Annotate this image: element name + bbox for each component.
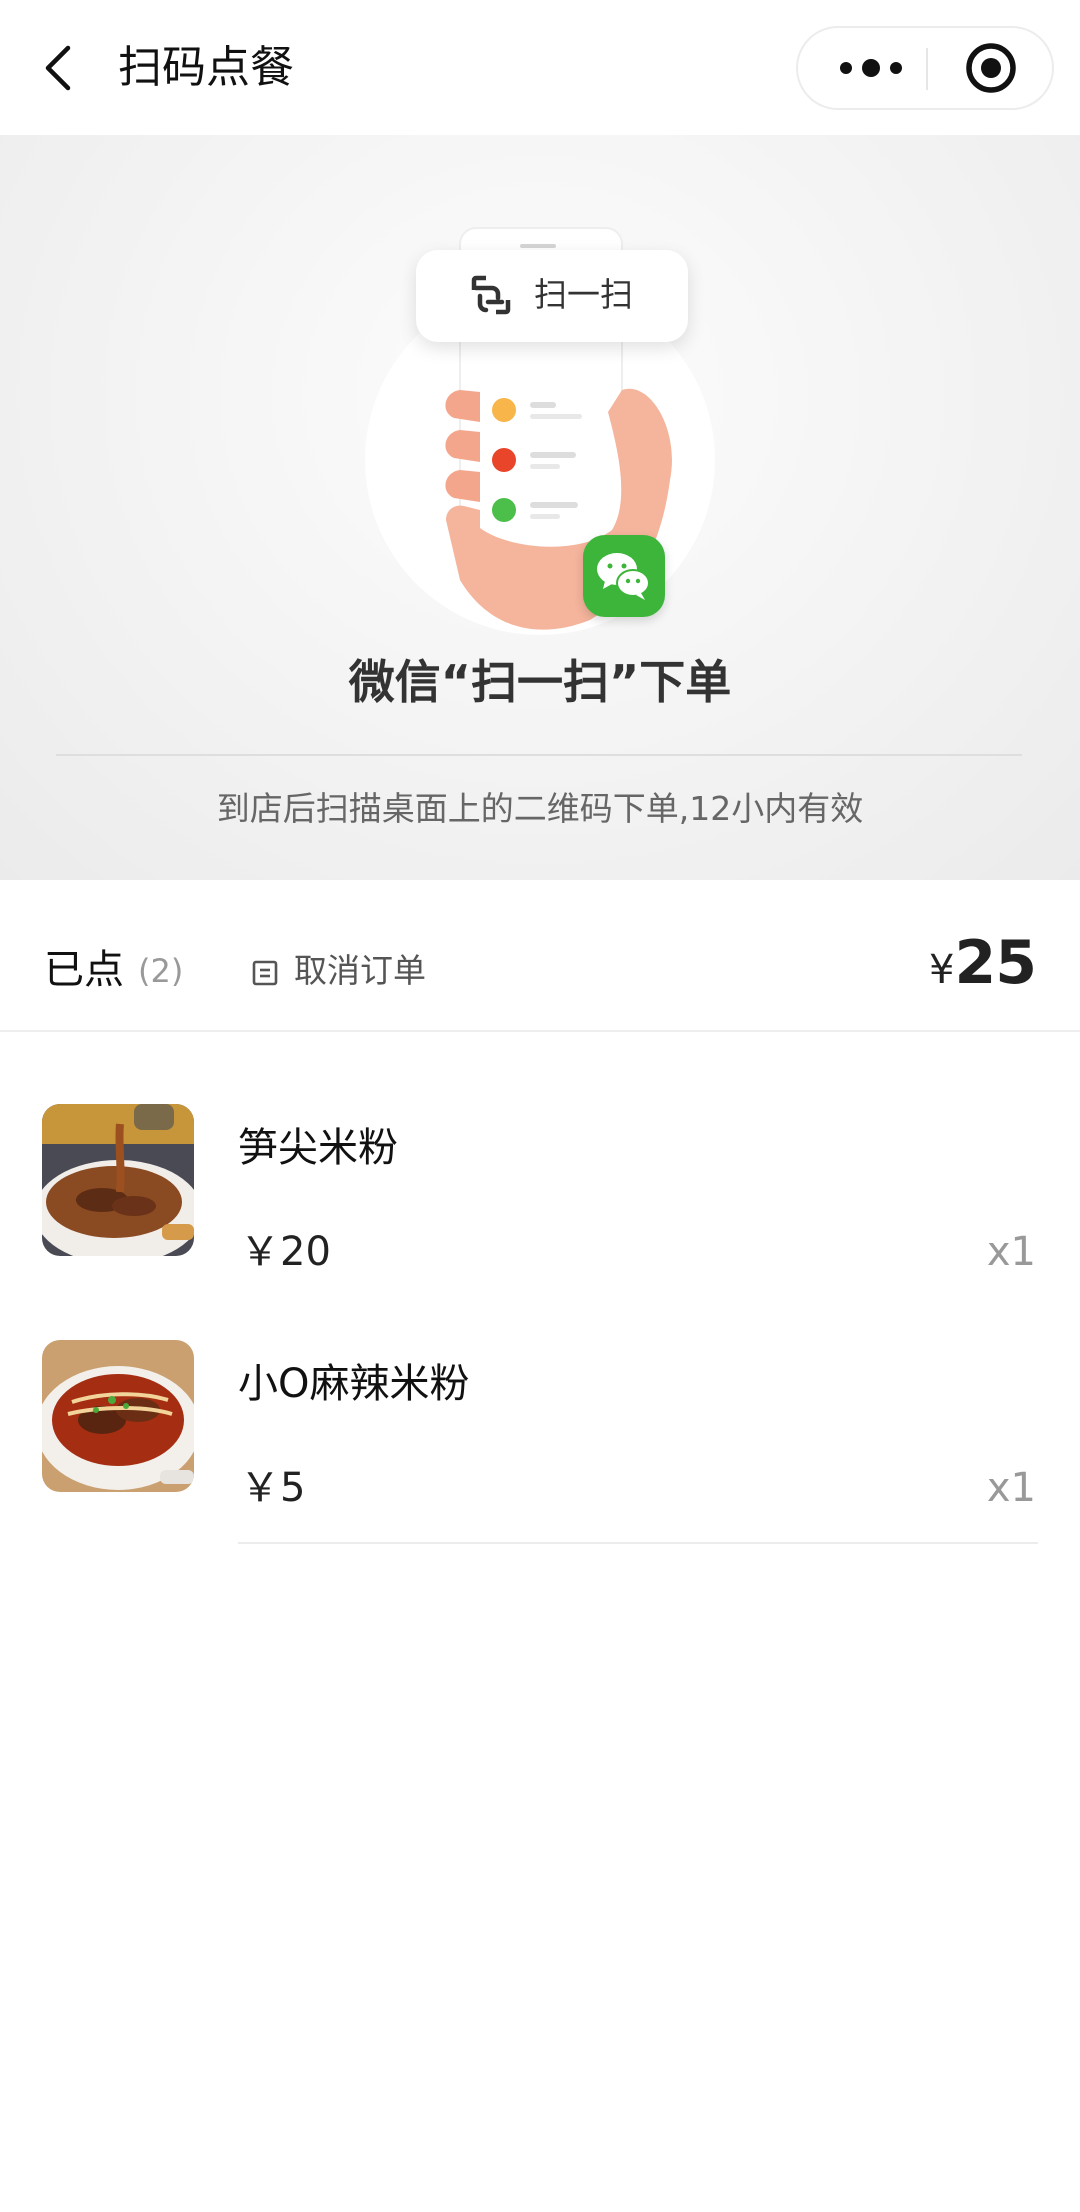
close-miniprogram-button[interactable]: [948, 28, 1038, 108]
dish-quantity: x1: [986, 1465, 1036, 1511]
dish-name: 笋尖米粉: [238, 1125, 398, 1171]
wechat-icon: [597, 553, 650, 600]
more-button[interactable]: [826, 28, 916, 108]
item-divider: [238, 1542, 1038, 1544]
chevron-left-icon: [45, 45, 71, 91]
scan-popup: 扫一扫: [416, 250, 688, 342]
ordered-label: 已点: [44, 947, 124, 993]
wechat-logo: [583, 535, 665, 617]
document-icon: [252, 960, 278, 986]
order-total: ¥25: [929, 928, 1037, 998]
page-title: 扫码点餐: [118, 42, 294, 93]
scan-popup-label: 扫一扫: [534, 275, 633, 314]
total-amount: 25: [954, 928, 1037, 998]
more-dots-icon: [840, 59, 902, 77]
target-close-icon: [966, 43, 1016, 93]
scan-icon: [471, 275, 511, 315]
scan-banner: 扫一扫 微信“扫一扫”下单 到店后扫描桌面上的二维码下单,12小内有效: [0, 135, 1080, 880]
dish-photo: [42, 1340, 194, 1492]
back-button[interactable]: [36, 38, 88, 98]
dish-photo: [42, 1104, 194, 1256]
banner-subtitle: 到店后扫描桌面上的二维码下单,12小内有效: [216, 789, 864, 828]
cancel-order-label: 取消订单: [294, 951, 426, 990]
navigation-bar: 扫码点餐: [0, 0, 1080, 135]
list-item[interactable]: 小O麻辣米粉 ￥5 x1: [0, 1268, 1080, 1544]
banner-title: 微信“扫一扫”下单: [348, 655, 732, 709]
total-currency: ¥: [929, 947, 955, 993]
banner-divider: [56, 754, 1022, 756]
dish-price: ￥5: [240, 1465, 306, 1511]
capsule-divider: [926, 48, 928, 90]
dish-name: 小O麻辣米粉: [238, 1361, 470, 1407]
ordered-count: (2): [138, 952, 184, 990]
order-summary: 已点 (2) 取消订单 ¥25: [0, 880, 1080, 1030]
miniprogram-capsule: [796, 26, 1054, 110]
list-item[interactable]: 笋尖米粉 ￥20 x1: [0, 1032, 1080, 1308]
